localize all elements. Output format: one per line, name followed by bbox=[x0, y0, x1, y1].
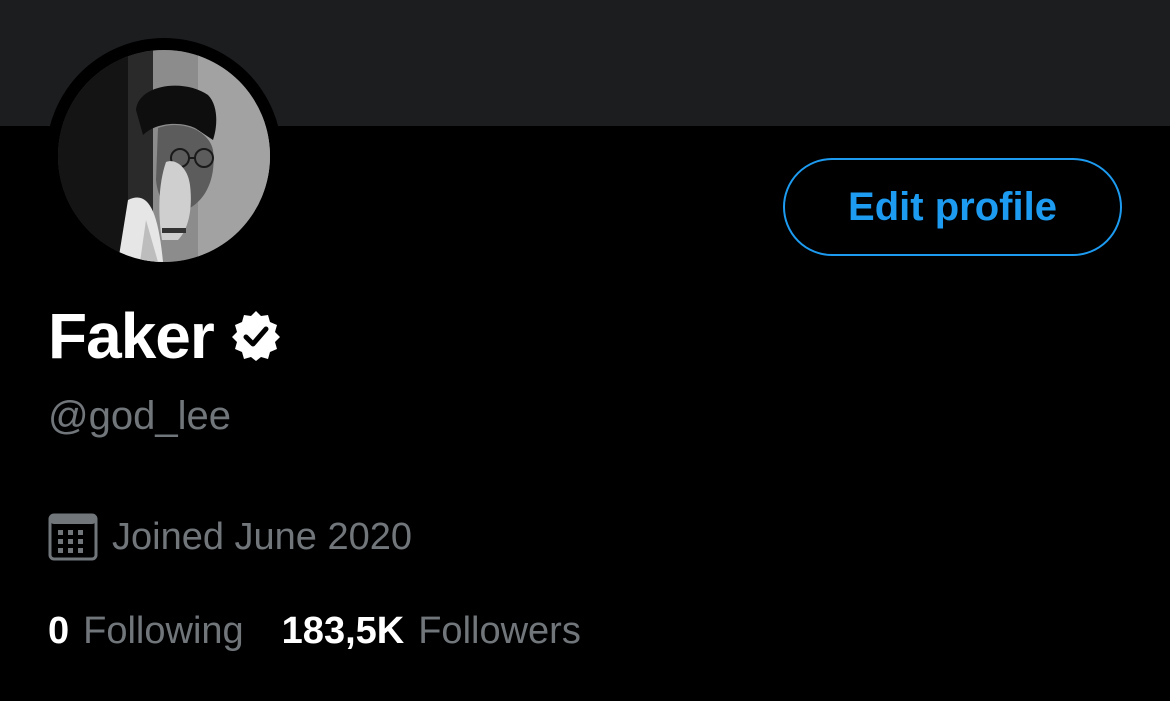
followers-label: Followers bbox=[418, 610, 581, 652]
verified-badge-icon[interactable] bbox=[230, 310, 282, 362]
profile-handle: @god_lee bbox=[48, 394, 231, 438]
following-label: Following bbox=[83, 610, 244, 652]
follow-stats: 0 Following 183,5K Followers bbox=[48, 604, 581, 658]
avatar-photo bbox=[58, 50, 270, 262]
followers-count: 183,5K bbox=[281, 610, 405, 652]
display-name: Faker bbox=[48, 300, 215, 372]
followers-link[interactable]: 183,5K Followers bbox=[282, 604, 581, 658]
join-date: Joined June 2020 bbox=[112, 516, 413, 558]
avatar[interactable] bbox=[58, 50, 270, 262]
name-row: Faker bbox=[48, 296, 282, 376]
edit-profile-button[interactable]: Edit profile bbox=[783, 158, 1122, 256]
calendar-icon bbox=[48, 512, 98, 562]
join-date-row: Joined June 2020 bbox=[48, 510, 412, 564]
following-count: 0 bbox=[48, 610, 70, 652]
profile-page: Edit profile Faker @god_lee Joined June … bbox=[0, 0, 1170, 701]
following-link[interactable]: 0 Following bbox=[48, 604, 244, 658]
